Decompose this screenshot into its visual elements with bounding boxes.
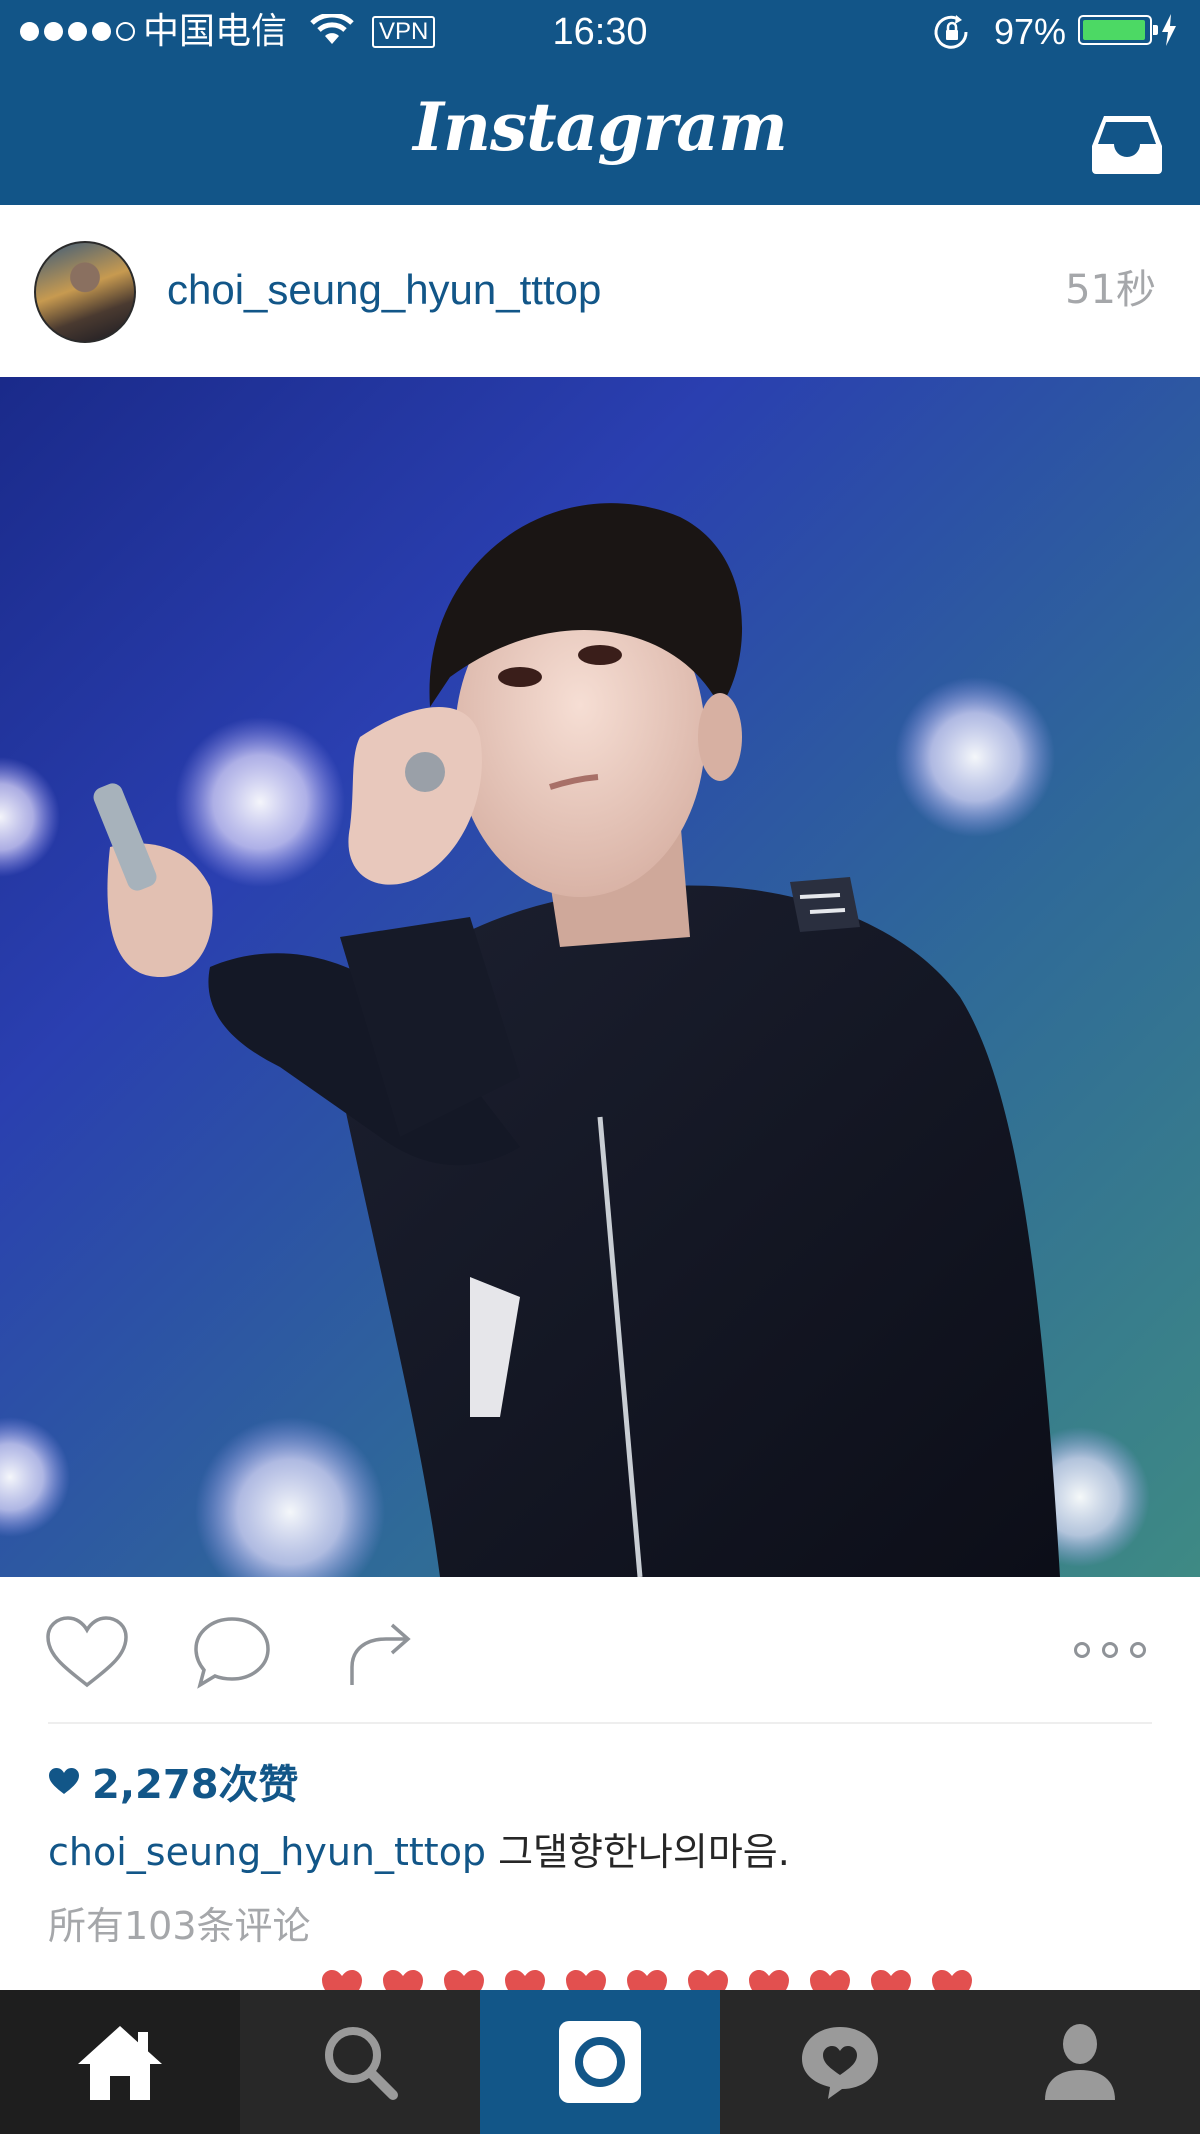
- more-dots-icon[interactable]: [1070, 1637, 1150, 1663]
- tab-activity[interactable]: [720, 1990, 960, 2134]
- likes-label: 2,278次赞: [92, 1762, 299, 1808]
- next-comment-peek: [320, 1968, 974, 1990]
- post-photo-image: [0, 503, 1150, 1577]
- tab-bar: [0, 1990, 1200, 2134]
- caption-username[interactable]: choi_seung_hyun_tttop: [48, 1830, 486, 1874]
- search-icon: [325, 2027, 398, 2100]
- profile-icon: [1045, 2024, 1115, 2100]
- post-header: choi_seung_hyun_tttop 51秒: [0, 205, 1200, 377]
- tab-home[interactable]: [0, 1990, 240, 2134]
- heart-emoji-icon: [810, 1970, 850, 1990]
- inbox-tray-icon[interactable]: [1090, 112, 1164, 176]
- speech-bubble-icon[interactable]: [192, 1615, 272, 1689]
- home-icon: [78, 2026, 162, 2100]
- heart-emoji-icon: [322, 1970, 362, 1990]
- heart-emoji-icon: [688, 1970, 728, 1990]
- heart-emoji-icon: [627, 1970, 667, 1990]
- post-time: 51秒: [1065, 267, 1156, 313]
- tab-camera[interactable]: [480, 1990, 720, 2134]
- camera-icon: [559, 2021, 641, 2103]
- top-bar: 中国电信 VPN 16:30 97% Instagram: [0, 0, 1200, 205]
- status-bar: 中国电信 VPN 16:30 97%: [0, 0, 1200, 64]
- heart-emoji-icon: [505, 1970, 545, 1990]
- post-photo[interactable]: [0, 377, 1200, 1577]
- battery-percent: 97%: [994, 11, 1067, 52]
- charging-bolt-icon: [1162, 14, 1176, 46]
- battery-icon: [1078, 15, 1158, 45]
- post-caption: choi_seung_hyun_tttop 그댈향한나의마음.: [48, 1826, 790, 1878]
- tab-profile[interactable]: [960, 1990, 1200, 2134]
- tab-search[interactable]: [240, 1990, 480, 2134]
- share-arrow-icon[interactable]: [346, 1615, 416, 1689]
- heart-emoji-icon: [444, 1970, 484, 1990]
- rotation-lock-icon: [934, 15, 968, 49]
- activity-heart-icon: [802, 2027, 878, 2099]
- likes-count[interactable]: 2,278次赞: [48, 1755, 299, 1808]
- caption-text: 그댈향한나의마음.: [498, 1830, 790, 1874]
- heart-filled-icon: [49, 1768, 79, 1794]
- heart-emoji-icon: [749, 1970, 789, 1990]
- view-all-comments-link[interactable]: 所有103条评论: [48, 1900, 311, 1952]
- heart-outline-icon[interactable]: [44, 1615, 130, 1689]
- post-actions: [0, 1577, 1200, 1722]
- avatar[interactable]: [34, 241, 136, 343]
- actions-divider: [48, 1722, 1152, 1724]
- heart-emoji-icon: [932, 1970, 972, 1990]
- heart-emoji-icon: [383, 1970, 423, 1990]
- heart-emoji-icon: [566, 1970, 606, 1990]
- post-username[interactable]: choi_seung_hyun_tttop: [167, 265, 601, 315]
- heart-emoji-icon: [871, 1970, 911, 1990]
- instagram-logo: Instagram: [413, 88, 788, 166]
